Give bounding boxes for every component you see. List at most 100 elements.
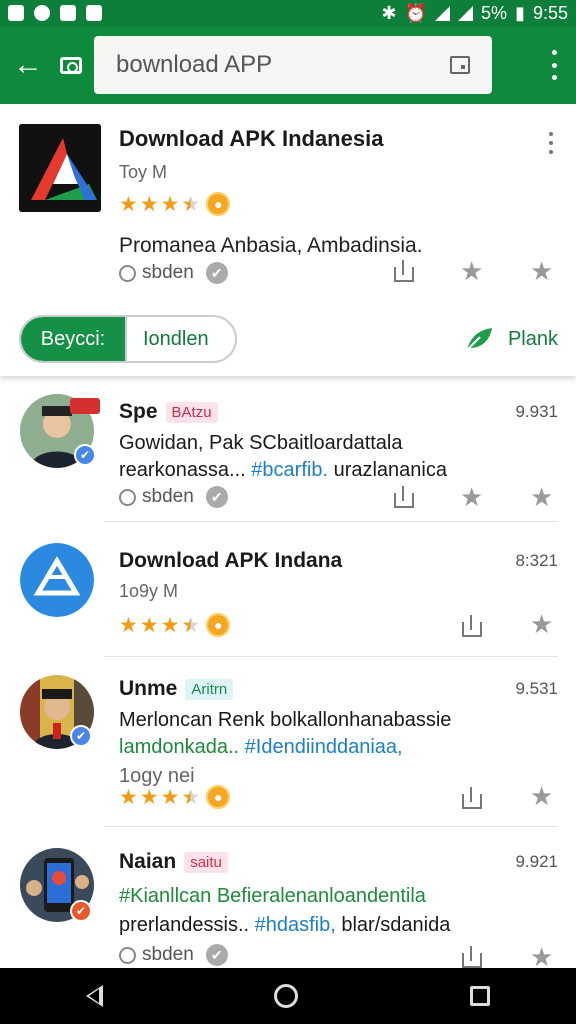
star-icon: ★ [160,192,180,216]
plank-label: Plank [507,327,558,350]
line-tail: blar/sdanida [341,914,451,936]
item-developer: 1o9y M [119,581,179,601]
check-icon: ✔ [205,944,228,966]
item-line-2: lamdonkada.. #Idendiinddaniaa, [119,736,403,759]
item-line-2: prerlandessis.. #hdasfib, blar/sdanida [119,914,450,937]
share-icon[interactable] [462,615,482,637]
share-icon[interactable] [394,486,414,508]
line-text: prerlandessis.. [119,914,250,936]
notification-icons [8,5,102,21]
hashtag-link[interactable]: #bcarfib. [251,459,328,481]
meta-row: sbden ✔ [119,486,228,508]
meta-label: sbden [142,486,194,507]
check-icon: ✔ [205,262,228,284]
bookmark-star-icon[interactable]: ★ [530,944,553,970]
status-bar: ✱ ⏰ 5% ▮ 9:55 [0,0,576,26]
nav-home-icon[interactable] [274,984,299,1008]
bookmark-star-icon[interactable]: ★ [530,258,553,284]
rating-stars: ★ ★ ★ ★ ● [119,785,231,809]
battery-text: 5% [481,2,508,23]
app-icon-avatar[interactable] [20,543,94,617]
star-icon: ★ [139,192,159,216]
star-icon: ★ [119,785,138,809]
list-item[interactable]: ✔ Naian saitu 9.921 #Kianllcan Befierale… [0,830,576,970]
notification-icon [8,5,24,21]
meta-label: sbden [142,944,194,965]
half-star-icon: ★ [181,613,201,637]
segmented-toggle[interactable]: Beycci: Iondlen [19,315,237,363]
rating-stars: ★ ★ ★ ★ ● [119,613,231,637]
bookmark-star-icon[interactable]: ★ [530,611,553,637]
star-icon: ★ [139,613,159,637]
bookmark-star-icon[interactable]: ★ [530,484,553,510]
system-icons: ✱ ⏰ 5% ▮ 9:55 [382,3,568,24]
live-badge-icon [70,398,100,414]
check-icon: ✔ [205,486,228,508]
item-number: 9.531 [515,679,558,698]
list-item[interactable]: ✔ Unme Aritrn 9.531 Merloncan Renk bolka… [0,657,576,827]
meta-row: sbden ✔ [119,944,228,966]
alarm-icon: ⏰ [404,2,428,23]
item-tag: Aritrn [185,678,234,700]
screen: ✱ ⏰ 5% ▮ 9:55 ← bownload APP Download AP… [0,0,576,1024]
line-tail: urazlananica [333,459,447,481]
toggle-option-inactive[interactable]: Iondlen [125,317,235,361]
star-icon: ★ [160,785,180,809]
image-notification-icon [60,5,76,21]
meta-row: sbden ✔ [119,262,228,284]
item-title: Naian saitu [119,850,228,874]
item-line-1: Merloncan Renk bolkallonhanabassie [119,709,452,731]
wifi-icon [435,5,451,21]
leaf-icon [466,328,492,351]
overflow-menu-icon[interactable] [552,50,558,80]
favorite-star-icon[interactable]: ★ [460,484,483,510]
toggle-option-active[interactable]: Beycci: [21,317,125,361]
app-notification-icon [34,5,50,21]
item-number: 9.921 [515,852,558,871]
star-icon: ★ [160,613,180,637]
favorite-star-icon[interactable]: ★ [460,258,483,284]
share-icon[interactable] [462,787,482,809]
back-arrow-icon[interactable]: ← [0,26,56,104]
clock: 9:55 [532,2,568,23]
gallery-notification-icon [86,5,102,21]
verified-icon: ✔ [70,725,92,747]
hashtag-link[interactable]: #Idendiinddaniaa, [245,736,403,758]
hashtag-link[interactable]: #hdasfib, [255,914,336,936]
half-star-icon: ★ [181,785,201,809]
item-title: Spe BAtzu [119,400,218,424]
list-item[interactable]: Download APK Indana 8:321 1o9y M ★ ★ ★ ★… [0,527,576,657]
plank-button[interactable]: Plank [464,326,558,352]
verified-icon: ✔ [70,900,92,922]
item-name: Download APK Indana [119,549,343,572]
item-title: Download APK Indana [119,549,342,573]
nav-recents-icon[interactable] [470,986,491,1006]
divider [104,521,558,522]
app-bar: ← bownload APP [0,26,576,104]
item-line-2: rearkonassa... #bcarfib. urazlananica [119,459,447,482]
list-item[interactable]: ✔ Spe BAtzu 9.931 Gowidan, Pak SCbaitloa… [0,392,576,522]
bookmark-star-icon[interactable]: ★ [530,783,553,809]
star-icon: ★ [119,192,138,216]
star-icon: ★ [139,785,159,809]
star-icon: ★ [119,613,138,637]
meta-label: sbden [142,262,194,283]
divider [104,826,558,827]
item-line-1: #Kianllcan Befieralenanloandentila [119,885,426,907]
search-input[interactable]: bownload APP [94,36,492,94]
nav-back-icon[interactable] [85,985,103,1007]
item-name: Naian [119,850,177,873]
item-name: Spe [119,400,158,423]
app-logo [19,124,101,212]
card-menu-icon[interactable] [549,132,554,154]
badge-icon: ● [206,785,231,809]
camera-icon[interactable] [56,26,86,104]
item-title: Unme Aritrn [119,677,234,701]
share-icon[interactable] [462,946,482,968]
radio-icon [119,264,136,282]
scan-icon[interactable] [450,56,470,74]
featured-app-card[interactable]: Download APK Indanesia Toy M ★ ★ ★ ★ ● P… [0,104,576,376]
bluetooth-icon: ✱ [381,2,397,23]
share-icon[interactable] [394,260,414,282]
item-tag: saitu [184,851,228,873]
